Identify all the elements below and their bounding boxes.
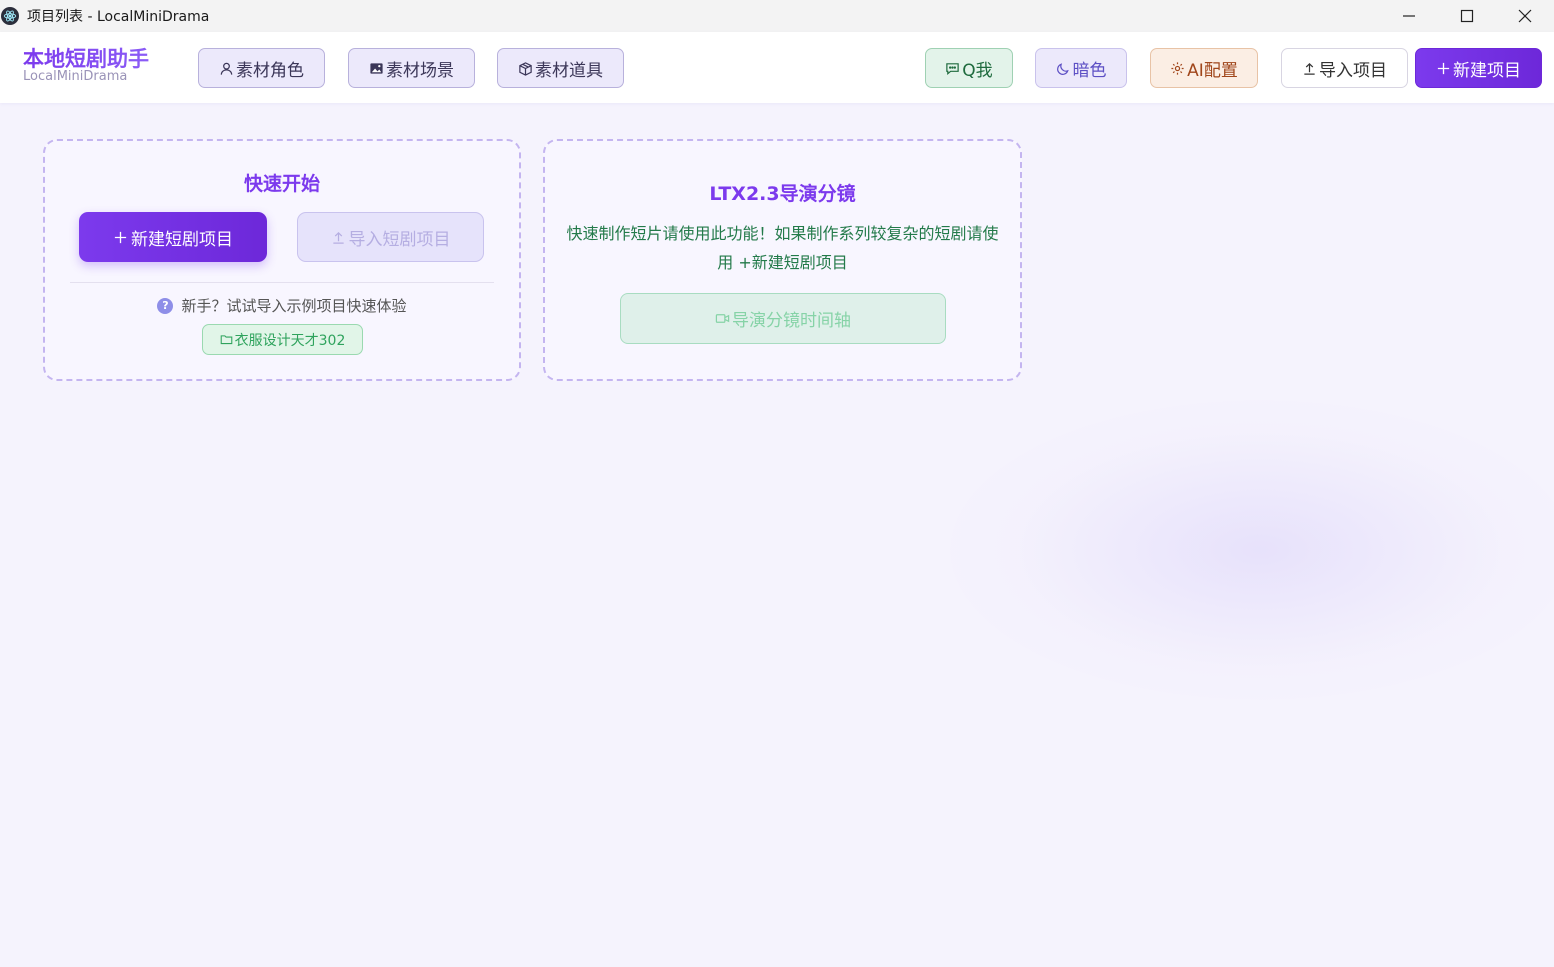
new-drama-label: 新建短剧项目: [131, 229, 233, 250]
asset-prop-button[interactable]: 素材道具: [497, 48, 624, 88]
quick-start-card: 快速开始 新建短剧项目 导入短剧项目 ? 新手？试试导入示例项目快速体验 衣服设…: [43, 139, 521, 381]
ltx-description: 快速制作短片请使用此功能！如果制作系列较复杂的短剧请使用 +新建短剧项目: [566, 224, 999, 272]
plus-icon: [114, 231, 127, 243]
import-drama-label: 导入短剧项目: [348, 229, 451, 250]
window-titlebar: 项目列表 - LocalMiniDrama: [0, 0, 1554, 32]
asset-character-button[interactable]: 素材角色: [198, 48, 325, 88]
window-controls: [1380, 0, 1554, 32]
maximize-icon: [1460, 9, 1474, 23]
card-divider: [70, 282, 494, 283]
qq-contact-button[interactable]: Q我: [925, 48, 1013, 88]
new-project-button[interactable]: 新建项目: [1415, 48, 1542, 88]
background-glow: [950, 400, 1554, 700]
newbie-hint-text: 新手？试试导入示例项目快速体验: [181, 297, 407, 315]
electron-icon: [1, 7, 19, 25]
brand-title: 本地短剧助手: [23, 47, 149, 71]
brand-subtitle: LocalMiniDrama: [23, 69, 128, 84]
dark-mode-label: 暗色: [1072, 60, 1107, 81]
director-timeline-label: 导演分镜时间轴: [732, 311, 851, 331]
upload-icon: [332, 231, 344, 244]
gear-icon: [1171, 61, 1184, 75]
chat-icon: [946, 62, 960, 75]
qq-contact-label: Q我: [962, 60, 993, 81]
director-timeline-button[interactable]: 导演分镜时间轴: [620, 293, 946, 344]
maximize-button[interactable]: [1438, 0, 1496, 32]
window-title: 项目列表 - LocalMiniDrama: [27, 9, 210, 25]
box-icon: [519, 61, 532, 76]
image-icon: [370, 62, 383, 74]
ltx-director-card: LTX2.3导演分镜 快速制作短片请使用此功能！如果制作系列较复杂的短剧请使用 …: [543, 139, 1022, 381]
newbie-hint: ? 新手？试试导入示例项目快速体验: [45, 295, 519, 316]
question-icon: ?: [157, 297, 174, 314]
ai-config-label: AI配置: [1187, 60, 1238, 81]
dark-mode-button[interactable]: 暗色: [1035, 48, 1127, 88]
new-project-label: 新建项目: [1453, 60, 1521, 81]
new-drama-button[interactable]: 新建短剧项目: [79, 212, 267, 262]
quick-start-title: 快速开始: [243, 173, 320, 195]
sample-project-label: 衣服设计天才302: [234, 332, 346, 349]
import-drama-button[interactable]: 导入短剧项目: [297, 212, 484, 262]
video-icon: [715, 314, 730, 323]
asset-scene-label: 素材场景: [386, 60, 454, 81]
upload-icon: [1304, 62, 1315, 75]
minimize-icon: [1403, 15, 1415, 17]
close-icon: [1518, 9, 1532, 23]
ltx-title: LTX2.3导演分镜: [709, 183, 856, 205]
brand: 本地短剧助手 LocalMiniDrama: [23, 47, 149, 84]
ai-config-button[interactable]: AI配置: [1150, 48, 1258, 88]
app-header: 本地短剧助手 LocalMiniDrama 素材角色 素材场景 素材道具 Q我 …: [0, 32, 1554, 103]
asset-prop-label: 素材道具: [535, 60, 603, 81]
folder-icon: [220, 335, 232, 345]
moon-icon: [1056, 62, 1069, 75]
plus-icon: [1437, 62, 1450, 74]
sample-project-chip[interactable]: 衣服设计天才302: [202, 324, 363, 355]
import-project-label: 导入项目: [1319, 60, 1387, 81]
import-project-button[interactable]: 导入项目: [1281, 48, 1408, 88]
asset-character-label: 素材角色: [236, 60, 304, 81]
asset-scene-button[interactable]: 素材场景: [348, 48, 475, 88]
user-icon: [220, 62, 233, 75]
minimize-button[interactable]: [1380, 0, 1438, 32]
close-button[interactable]: [1496, 0, 1554, 32]
